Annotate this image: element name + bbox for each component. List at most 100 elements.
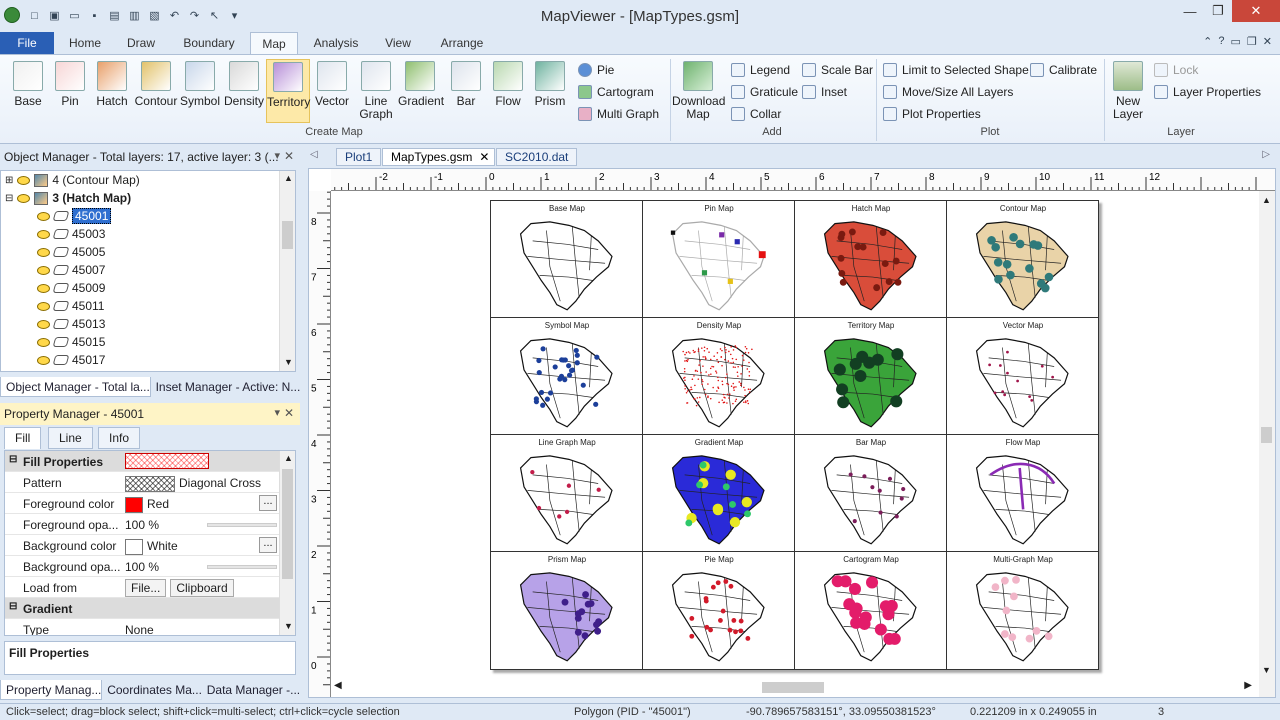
close-tab-icon[interactable]: ✕ [479,149,489,166]
symbol-map-cell[interactable]: Symbol Map [491,318,643,435]
tab-info[interactable]: Info [98,427,141,449]
canvas-vertical-scrollbar[interactable]: ▲ ▼ [1259,191,1275,697]
vector-map-cell[interactable]: Vector Map [947,318,1099,435]
scroll-thumb[interactable] [282,221,293,249]
tab-data-manager[interactable]: Data Manager -... [202,680,300,700]
tab-map[interactable]: Map [250,32,298,55]
tab-scroll-left-icon[interactable]: ◁ [310,149,318,160]
tab-arrange[interactable]: Arrange [430,32,494,54]
collapse-icon[interactable]: ⊟ [9,601,17,612]
tab-scroll-right-icon[interactable]: ▷ [1262,149,1270,160]
plot-canvas[interactable]: -2 -1 0 1 2 3 4 5 6 7 8 9 10 11 12 876543210 Base Map P… [308,168,1276,698]
scroll-thumb[interactable] [282,469,293,579]
layer-properties-button[interactable]: Layer Properties [1154,82,1261,102]
tab-line[interactable]: Line [48,427,93,449]
tab-coordinates-manager[interactable]: Coordinates Ma... [102,680,202,700]
polygon-row[interactable]: 45013 [37,315,105,333]
scroll-right-icon[interactable]: ▶ [1244,680,1252,691]
background-opacity-row[interactable]: Background opa... 100 % [5,556,281,577]
prism-map-button[interactable]: Prism [528,59,572,123]
cartogram-button[interactable]: Cartogram [578,82,654,102]
linegraph-map-cell[interactable]: Line Graph Map [491,435,643,552]
territory-map-cell[interactable]: Territory Map [795,318,947,435]
doc-minimize-icon[interactable]: ▭ [1231,35,1241,48]
visibility-eye-icon[interactable] [37,319,50,329]
layer-row[interactable]: ⊞ 4 (Contour Map) [5,171,140,189]
scroll-down-icon[interactable]: ▼ [284,357,293,367]
scroll-down-icon[interactable]: ▼ [1262,665,1271,675]
scroll-left-icon[interactable]: ◀ [334,680,342,691]
symbol-map-button[interactable]: Symbol [178,59,222,123]
scroll-thumb[interactable] [1261,427,1272,443]
visibility-eye-icon[interactable] [37,301,50,311]
plot-properties-button[interactable]: Plot Properties [883,104,981,124]
pie-button[interactable]: Pie [578,60,614,80]
foreground-opacity-row[interactable]: Foreground opa... 100 % [5,514,281,535]
doc-restore-icon[interactable]: ❐ [1247,35,1257,48]
density-map-button[interactable]: Density [222,59,266,123]
gradient-section[interactable]: ⊟ Gradient [5,598,281,619]
pin-icon[interactable]: ▾ [274,149,280,162]
close-icon[interactable]: ✕ [284,149,294,163]
tab-sc2010[interactable]: SC2010.dat [496,148,578,166]
download-map-button[interactable]: Download Map [672,59,725,123]
polygon-row[interactable]: 45009 [37,279,105,297]
tab-fill[interactable]: Fill [4,427,42,449]
pattern-row[interactable]: Pattern Diagonal Cross [5,472,281,493]
gradient-map-button[interactable]: Gradient [398,59,444,123]
graticule-button[interactable]: Graticule [731,82,798,102]
tab-object-manager[interactable]: Object Manager - Total la... [0,377,151,397]
vector-map-button[interactable]: Vector [310,59,354,123]
layer-row[interactable]: ⊟ 3 (Hatch Map) [5,189,131,207]
pin-icon[interactable]: ▾ [274,406,280,419]
scroll-up-icon[interactable]: ▲ [284,453,293,463]
lock-button[interactable]: Lock [1154,60,1198,80]
base-map-cell[interactable]: Base Map [491,201,643,318]
pin-map-button[interactable]: Pin [48,59,92,123]
gradient-map-cell[interactable]: Gradient Map [643,435,795,552]
collapse-ribbon-icon[interactable]: ⌃ [1203,35,1212,48]
visibility-eye-icon[interactable] [17,193,31,203]
scroll-up-icon[interactable]: ▲ [284,173,293,183]
load-clipboard-button[interactable]: Clipboard [170,579,234,597]
visibility-eye-icon[interactable] [37,283,50,293]
hatch-map-cell[interactable]: Hatch Map [795,201,947,318]
contour-map-button[interactable]: Contour [134,59,178,123]
tab-home[interactable]: Home [58,32,112,54]
collapse-icon[interactable]: ⊟ [9,454,17,465]
tab-plot1[interactable]: Plot1 [336,148,382,166]
restore-icon[interactable]: ❐ [1204,0,1232,22]
tab-boundary[interactable]: Boundary [174,32,244,54]
limit-to-selected-shape-button[interactable]: Limit to Selected Shape [883,60,1029,80]
move-size-all-layers-button[interactable]: Move/Size All Layers [883,82,1013,102]
base-map-button[interactable]: Base [6,59,50,123]
visibility-eye-icon[interactable] [17,175,31,185]
pin-map-cell[interactable]: Pin Map [643,201,795,318]
close-icon[interactable]: ✕ [1232,0,1280,22]
legend-button[interactable]: Legend [731,60,790,80]
scroll-thumb[interactable] [762,682,824,693]
color-picker-button[interactable]: ... [259,495,277,511]
canvas-horizontal-scrollbar[interactable]: ◀ ▶ [330,680,1256,696]
visibility-eye-icon[interactable] [37,229,50,239]
multi-graph-button[interactable]: Multi Graph [578,104,659,124]
color-picker-button[interactable]: ... [259,537,277,553]
scale-bar-button[interactable]: Scale Bar [802,60,873,80]
scroll-up-icon[interactable]: ▲ [1262,195,1271,205]
flow-map-button[interactable]: Flow [486,59,530,123]
doc-close-icon[interactable]: ✕ [1263,35,1272,48]
background-color-row[interactable]: Background color White ... [5,535,281,556]
cartogram-map-cell[interactable]: Cartogram Map [795,552,947,669]
hatch-map-button[interactable]: Hatch [90,59,134,123]
tab-file[interactable]: File [0,32,54,54]
tab-property-manager[interactable]: Property Manag... [0,680,103,700]
tree-scrollbar[interactable]: ▲ ▼ [279,171,295,371]
visibility-eye-icon[interactable] [37,247,50,257]
multigraph-map-cell[interactable]: Multi-Graph Map [947,552,1099,669]
tab-inset-manager[interactable]: Inset Manager - Active: N... [151,377,300,397]
prism-map-cell[interactable]: Prism Map [491,552,643,669]
close-icon[interactable]: ✕ [284,406,294,420]
tab-maptypes[interactable]: MapTypes.gsm ✕ [382,148,496,166]
polygon-row[interactable]: 45007 [37,261,105,279]
visibility-eye-icon[interactable] [37,265,50,275]
